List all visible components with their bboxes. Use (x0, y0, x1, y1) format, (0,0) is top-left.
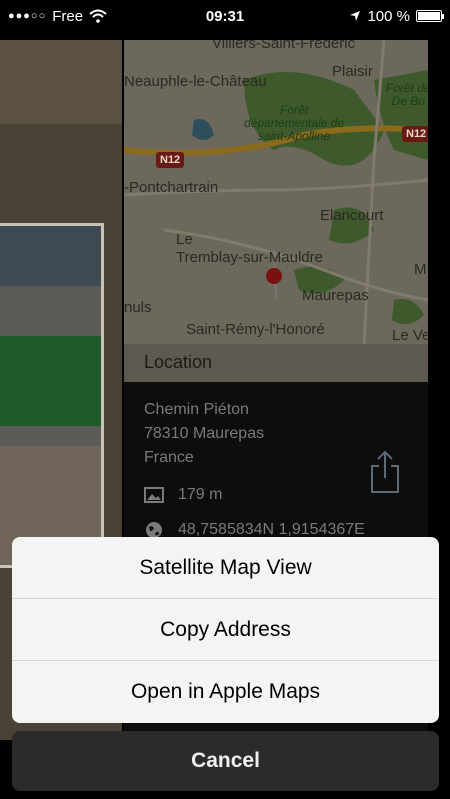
status-left: ●●●○○ Free (8, 8, 107, 25)
status-bar: ●●●○○ Free 09:31 100 % (0, 0, 450, 32)
wifi-icon (89, 9, 107, 23)
cancel-button[interactable]: Cancel (12, 731, 439, 791)
open-in-apple-maps-button[interactable]: Open in Apple Maps (12, 661, 439, 723)
battery-fill (418, 12, 440, 20)
battery-icon (416, 10, 444, 22)
copy-address-button[interactable]: Copy Address (12, 599, 439, 661)
status-right: 100 % (349, 7, 444, 25)
satellite-map-view-button[interactable]: Satellite Map View (12, 537, 439, 599)
signal-strength-icon: ●●●○○ (8, 10, 47, 22)
location-arrow-icon (350, 11, 361, 21)
battery-percentage: 100 % (367, 7, 410, 25)
action-sheet: Satellite Map View Copy Address Open in … (12, 537, 439, 723)
carrier-name: Free (52, 7, 84, 25)
